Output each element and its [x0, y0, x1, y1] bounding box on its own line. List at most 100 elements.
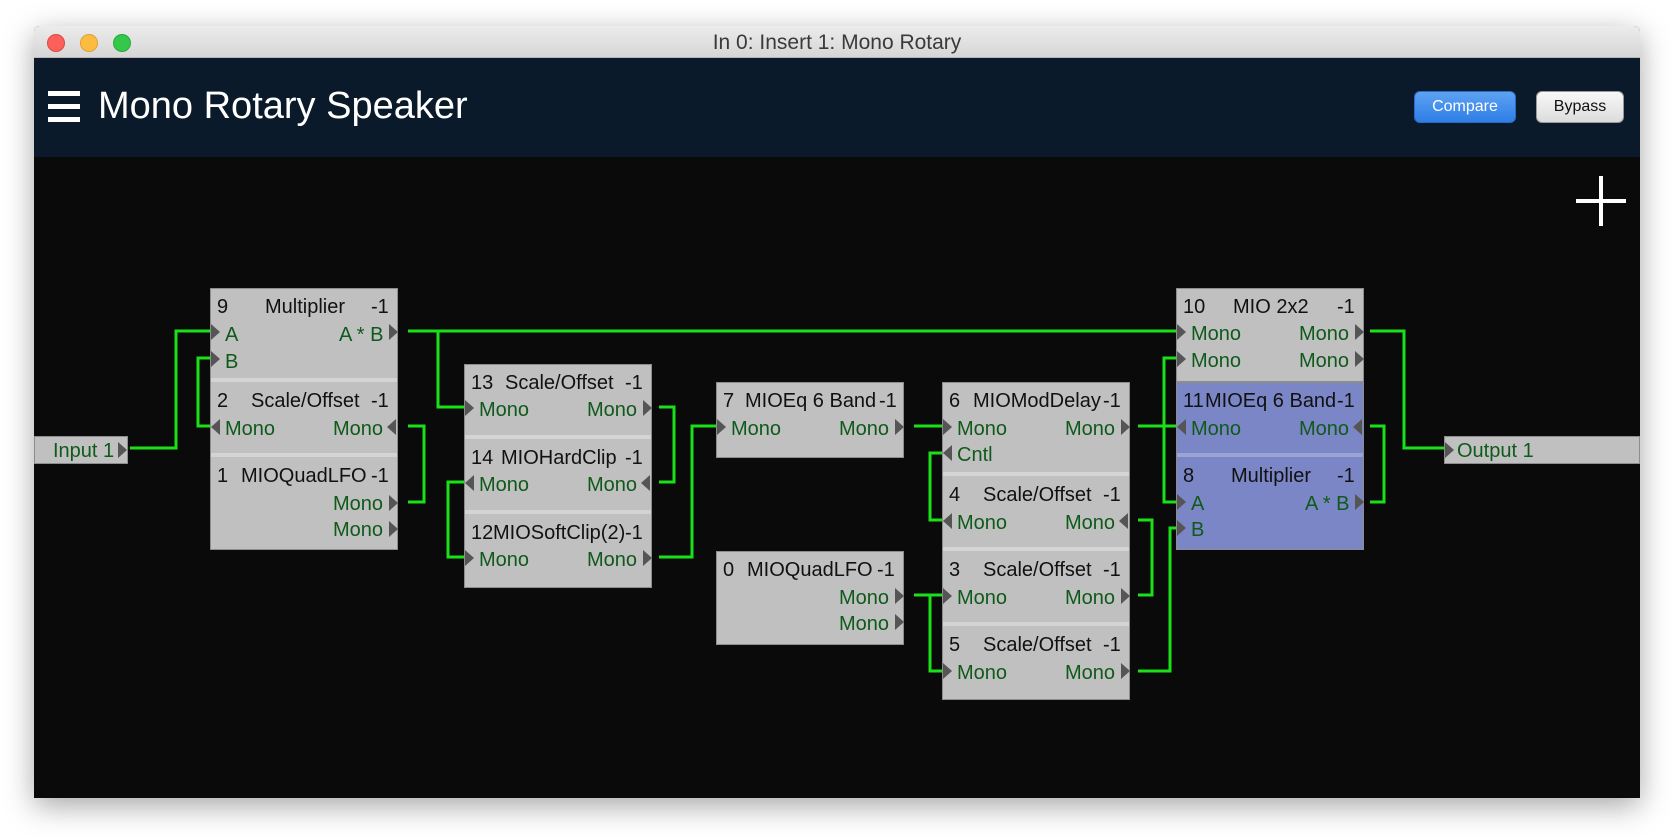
- module-suffix: -1: [1337, 390, 1355, 412]
- module-7-mioeq-6-band[interactable]: 7 MIOEq 6 Band -1 Mono Mono: [716, 382, 904, 458]
- port-label-out: Mono: [333, 418, 384, 440]
- in-port[interactable]: [717, 419, 726, 435]
- output-1-in-port[interactable]: [1445, 442, 1454, 458]
- port-label-out: Mono: [1065, 662, 1116, 684]
- in-port[interactable]: [465, 550, 474, 566]
- module-suffix: -1: [625, 372, 643, 394]
- module-id: 7: [723, 390, 735, 412]
- out-port[interactable]: [1119, 513, 1128, 529]
- in-port-b[interactable]: [1177, 520, 1186, 536]
- in-port[interactable]: [1177, 419, 1186, 435]
- output-1-node[interactable]: Output 1: [1444, 436, 1640, 464]
- module-id: 0: [723, 559, 735, 581]
- module-id: 1: [217, 465, 229, 487]
- out-port[interactable]: [1355, 494, 1364, 510]
- module-id: 3: [949, 559, 961, 581]
- module-id: 11: [1183, 390, 1204, 412]
- port-label-in: Mono: [957, 587, 1008, 609]
- module-group-d: 6 MIOModDelay -1 Mono Mono Cntl 4 Scale/…: [942, 382, 1130, 700]
- module-0-mioquadlfo[interactable]: 0 MIOQuadLFO -1 Mono Mono: [716, 551, 904, 645]
- wire-lfo1-to-scale2: [408, 424, 426, 504]
- module-id: 14: [471, 447, 494, 469]
- port-label-out: Mono: [587, 399, 638, 421]
- input-1-label: Input 1: [53, 440, 115, 462]
- out-port-1[interactable]: [895, 588, 904, 604]
- out-port[interactable]: [1121, 588, 1130, 604]
- port-label-in: Mono: [957, 418, 1008, 440]
- module-name: MIOHardClip: [501, 447, 617, 469]
- port-label-out2: Mono: [839, 613, 890, 635]
- out-port[interactable]: [1121, 663, 1130, 679]
- module-suffix: -1: [371, 296, 389, 318]
- in-port-a[interactable]: [211, 324, 220, 340]
- in-port[interactable]: [211, 419, 220, 435]
- module-suffix: -1: [371, 390, 389, 412]
- module-name: MIOQuadLFO: [241, 465, 367, 487]
- module-name: Multiplier: [265, 296, 346, 318]
- in-port[interactable]: [943, 513, 952, 529]
- in-port[interactable]: [465, 475, 474, 491]
- port-label-b: B: [1191, 519, 1205, 541]
- module-suffix: -1: [879, 390, 897, 412]
- module-name: Multiplier: [1231, 465, 1312, 487]
- module-suffix: -1: [625, 447, 643, 469]
- out-port[interactable]: [895, 419, 904, 435]
- module-id: 8: [1183, 465, 1195, 487]
- module-suffix: -1: [1103, 484, 1121, 506]
- out-port[interactable]: [387, 419, 396, 435]
- module-id: 5: [949, 634, 961, 656]
- out-port[interactable]: [1353, 419, 1362, 435]
- port-label-out: A * B: [339, 324, 384, 346]
- port-label-in: Mono: [957, 512, 1008, 534]
- in-port-b[interactable]: [211, 351, 220, 367]
- module-name: MIOQuadLFO: [747, 559, 873, 581]
- in-port[interactable]: [943, 588, 952, 604]
- port-label-out: A * B: [1305, 493, 1350, 515]
- module-name: MIOEq 6 Band: [745, 390, 877, 412]
- in-port[interactable]: [943, 419, 952, 435]
- module-suffix: -1: [1337, 465, 1355, 487]
- port-label-out: Mono: [839, 418, 890, 440]
- out-port-2[interactable]: [1355, 351, 1364, 367]
- wire-mio10-to-output: [1370, 329, 1444, 450]
- module-name: Scale/Offset: [983, 634, 1092, 656]
- in-port[interactable]: [465, 400, 474, 416]
- module-group-e-selected: 11 MIOEq 6 Band -1 Mono Mono 8 Multiplie…: [1176, 382, 1364, 550]
- out-port[interactable]: [643, 550, 652, 566]
- wire-scale13-to-hardclip14: [659, 405, 676, 484]
- input-1-node[interactable]: Input 1: [34, 436, 128, 464]
- module-suffix: -1: [1103, 634, 1121, 656]
- module-suffix: -1: [877, 559, 895, 581]
- out-port[interactable]: [1121, 419, 1130, 435]
- port-label-in: Mono: [479, 549, 530, 571]
- port-label-out2: Mono: [1299, 350, 1350, 372]
- module-suffix: -1: [1337, 296, 1355, 318]
- module-suffix: -1: [1103, 390, 1121, 412]
- out-port-2[interactable]: [895, 614, 904, 630]
- wire-multiplier8-to-eq11: [1370, 424, 1386, 504]
- out-port[interactable]: [643, 400, 652, 416]
- module-group-b: 13 Scale/Offset -1 Mono Mono 14 MIOHardC…: [464, 364, 652, 588]
- in-port-1[interactable]: [1177, 324, 1186, 340]
- in-port[interactable]: [943, 663, 952, 679]
- module-name: MIOSoftClip(2): [493, 522, 626, 544]
- in-port-a[interactable]: [1177, 494, 1186, 510]
- module-10-mio-2x2[interactable]: 10 MIO 2x2 -1 Mono Mono Mono Mono: [1176, 288, 1364, 382]
- port-label-in2: Mono: [1191, 350, 1242, 372]
- cntl-port[interactable]: [943, 445, 952, 461]
- in-port-2[interactable]: [1177, 351, 1186, 367]
- out-port-1[interactable]: [1355, 324, 1364, 340]
- port-label-out: Mono: [587, 474, 638, 496]
- out-port-1[interactable]: [389, 495, 398, 511]
- out-port[interactable]: [389, 324, 398, 340]
- module-name: Scale/Offset: [983, 484, 1092, 506]
- port-label-in1: Mono: [1191, 323, 1242, 345]
- input-1-out-port[interactable]: [118, 442, 127, 458]
- out-port-2[interactable]: [389, 521, 398, 537]
- port-label-in: Mono: [1191, 418, 1242, 440]
- module-id: 9: [217, 296, 229, 318]
- port-label-out: Mono: [1299, 418, 1350, 440]
- port-label-out1: Mono: [333, 493, 384, 515]
- out-port[interactable]: [641, 475, 650, 491]
- module-id: 2: [217, 390, 229, 412]
